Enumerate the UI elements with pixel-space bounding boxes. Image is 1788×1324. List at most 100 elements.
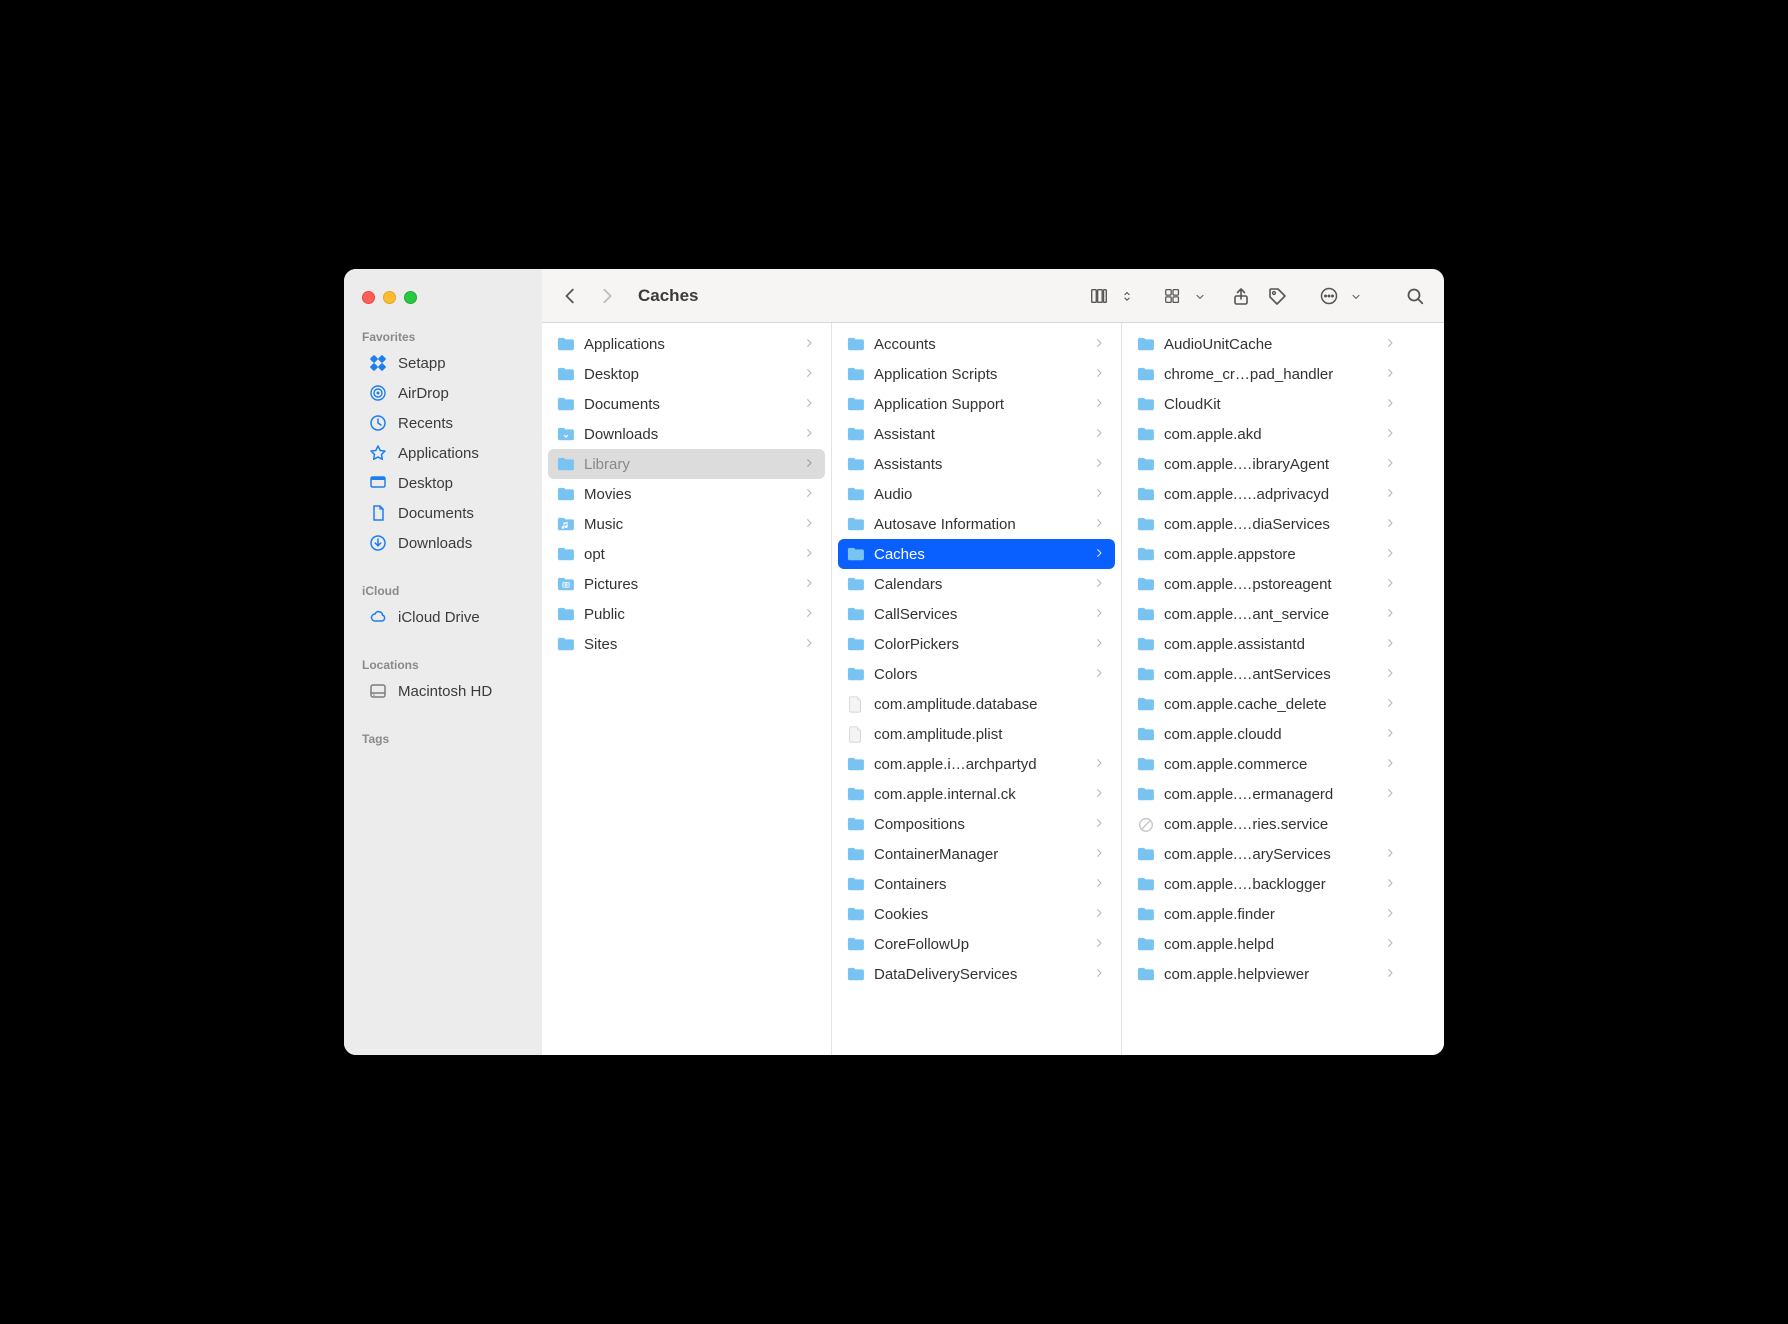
file-item[interactable]: Autosave Information [838,509,1115,539]
toolbar: Caches [542,269,1444,323]
file-item[interactable]: com.apple.…aryServices [1128,839,1406,869]
sidebar-item-recents[interactable]: Recents [350,408,536,438]
file-item[interactable]: Compositions [838,809,1115,839]
sidebar-item-airdrop[interactable]: AirDrop [350,378,536,408]
file-item[interactable]: Public [548,599,825,629]
file-item[interactable]: chrome_cr…pad_handler [1128,359,1406,389]
file-item[interactable]: com.amplitude.plist [838,719,1115,749]
file-item[interactable]: com.apple.finder [1128,899,1406,929]
file-item[interactable]: com.apple.helpviewer [1128,959,1406,989]
view-mode-updown-icon[interactable] [1118,281,1136,311]
file-item[interactable]: Downloads [548,419,825,449]
search-button[interactable] [1400,281,1430,311]
chevron-down-icon[interactable] [1348,281,1364,311]
file-item[interactable]: Accounts [838,329,1115,359]
file-item[interactable]: Containers [838,869,1115,899]
file-item[interactable]: com.amplitude.database [838,689,1115,719]
view-mode-button[interactable] [1084,281,1114,311]
fullscreen-window-button[interactable] [404,291,417,304]
file-item[interactable]: Desktop [548,359,825,389]
file-item[interactable]: com.apple.…ant_service [1128,599,1406,629]
file-item[interactable]: ContainerManager [838,839,1115,869]
file-item[interactable]: Music [548,509,825,539]
file-item[interactable]: AudioUnitCache [1128,329,1406,359]
file-item[interactable]: com.apple.assistantd [1128,629,1406,659]
file-item[interactable]: com.apple.i…archpartyd [838,749,1115,779]
file-item[interactable]: com.apple.…ibraryAgent [1128,449,1406,479]
chevron-right-icon [1095,516,1107,533]
file-item-name: opt [584,546,797,563]
file-item[interactable]: Pictures [548,569,825,599]
chevron-right-icon [1386,396,1398,413]
folder-icon [556,604,576,624]
file-item[interactable]: com.apple.appstore [1128,539,1406,569]
chevron-right-icon [1095,426,1107,443]
share-button[interactable] [1226,281,1256,311]
file-item[interactable]: Library [548,449,825,479]
file-item[interactable]: Calendars [838,569,1115,599]
sidebar-item-applications[interactable]: Applications [350,438,536,468]
sidebar-item-desktop[interactable]: Desktop [350,468,536,498]
file-item[interactable]: Assistants [838,449,1115,479]
folder-icon [1136,514,1156,534]
file-item[interactable]: com.apple.…ries.service [1128,809,1406,839]
sidebar-item-icloud-drive[interactable]: iCloud Drive [350,602,536,632]
chevron-right-icon [1386,366,1398,383]
folder-icon [846,424,866,444]
file-item[interactable]: com.apple.cache_delete [1128,689,1406,719]
file-item-name: ColorPickers [874,636,1087,653]
folder-icon [846,484,866,504]
file-item[interactable]: com.apple.akd [1128,419,1406,449]
file-item[interactable]: Movies [548,479,825,509]
file-item[interactable]: com.apple.….adprivacyd [1128,479,1406,509]
back-button[interactable] [556,281,586,311]
chevron-right-icon [805,546,817,563]
file-item[interactable]: com.apple.commerce [1128,749,1406,779]
group-by-button[interactable] [1158,281,1188,311]
file-item-name: com.apple.internal.ck [874,786,1087,803]
chevron-down-icon[interactable] [1192,281,1208,311]
column-3[interactable]: AudioUnitCachechrome_cr…pad_handlerCloud… [1122,323,1412,1055]
file-item[interactable]: Colors [838,659,1115,689]
file-item[interactable]: Application Support [838,389,1115,419]
file-item[interactable]: com.apple.…pstoreagent [1128,569,1406,599]
file-item-name: Public [584,606,797,623]
file-item[interactable]: com.apple.helpd [1128,929,1406,959]
forward-button[interactable] [592,281,622,311]
chevron-right-icon [1386,606,1398,623]
chevron-right-icon [1095,936,1107,953]
file-item[interactable]: com.apple.…diaServices [1128,509,1406,539]
file-item[interactable]: CloudKit [1128,389,1406,419]
file-item[interactable]: com.apple.cloudd [1128,719,1406,749]
file-item[interactable]: Caches [838,539,1115,569]
sidebar-item-setapp[interactable]: Setapp [350,348,536,378]
file-item[interactable]: Cookies [838,899,1115,929]
file-item[interactable]: Assistant [838,419,1115,449]
chevron-right-icon [1386,876,1398,893]
file-item[interactable]: Documents [548,389,825,419]
file-item[interactable]: CallServices [838,599,1115,629]
column-2[interactable]: AccountsApplication ScriptsApplication S… [832,323,1122,1055]
tags-button[interactable] [1262,281,1292,311]
minimize-window-button[interactable] [383,291,396,304]
file-item[interactable]: ColorPickers [838,629,1115,659]
file-item[interactable]: Applications [548,329,825,359]
more-button[interactable] [1314,281,1344,311]
file-item[interactable]: opt [548,539,825,569]
sidebar-item-downloads[interactable]: Downloads [350,528,536,558]
file-item[interactable]: com.apple.…backlogger [1128,869,1406,899]
column-1[interactable]: ApplicationsDesktopDocumentsDownloadsLib… [542,323,832,1055]
file-item[interactable]: Audio [838,479,1115,509]
file-item[interactable]: Sites [548,629,825,659]
file-item[interactable]: com.apple.internal.ck [838,779,1115,809]
file-item[interactable]: DataDeliveryServices [838,959,1115,989]
folder-icon [1136,664,1156,684]
file-item[interactable]: com.apple.…ermanagerd [1128,779,1406,809]
file-item[interactable]: CoreFollowUp [838,929,1115,959]
sidebar-item-documents[interactable]: Documents [350,498,536,528]
sidebar-item-label: Setapp [398,355,446,372]
file-item[interactable]: Application Scripts [838,359,1115,389]
close-window-button[interactable] [362,291,375,304]
file-item[interactable]: com.apple.…antServices [1128,659,1406,689]
sidebar-item-macintosh-hd[interactable]: Macintosh HD [350,676,536,706]
